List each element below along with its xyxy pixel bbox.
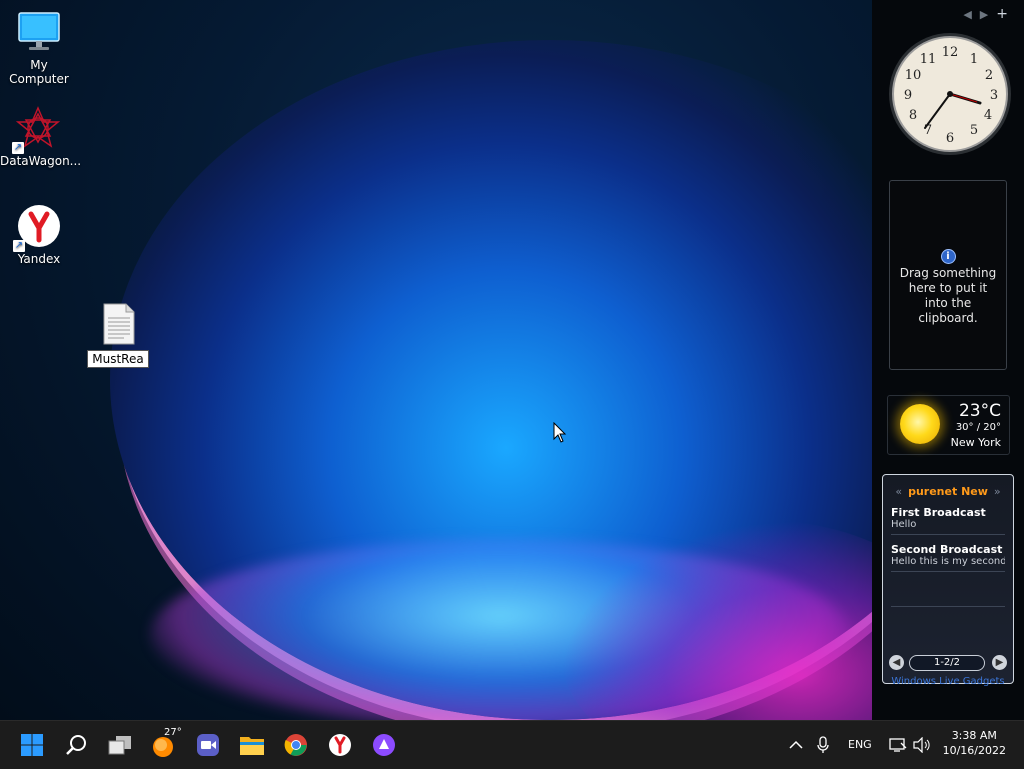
desktop-icon-mustread[interactable]: MustRea [80, 302, 156, 368]
yandex-icon: ↗ [13, 204, 61, 252]
weather-city: New York [950, 436, 1001, 449]
desktop-icon-yandex[interactable]: ↗ Yandex [1, 204, 77, 266]
start-button[interactable] [16, 729, 48, 761]
file-explorer-button[interactable] [236, 729, 268, 761]
yandex-icon [329, 734, 351, 756]
svg-text:2: 2 [985, 68, 993, 83]
weather-range: 30° / 20° [955, 422, 1001, 433]
chrome-button[interactable] [280, 729, 312, 761]
datawagon-logo-icon: ↗ [12, 106, 61, 154]
taskbar: 27° ENG 3:38 AM 10/16/2022 [0, 720, 1024, 769]
start-icon [21, 734, 43, 756]
clipboard-gadget[interactable]: i Drag something here to put it into the… [889, 180, 1007, 370]
text-file-icon [96, 302, 140, 346]
feed-title: purenet New [908, 485, 988, 498]
speaker-icon [913, 737, 930, 753]
feed-page-indicator: 1-2/2 [909, 655, 985, 671]
weather-temp: 23°C [958, 401, 1001, 421]
sidebar-add-icon[interactable]: + [996, 6, 1016, 22]
meet-button[interactable] [192, 729, 224, 761]
svg-text:8: 8 [909, 108, 917, 123]
gadget-sidebar: ◀▶+ 12 1 2 345 678 9 10 11 i Drag something … [872, 0, 1024, 720]
sidebar-next-icon[interactable]: ▶ [980, 8, 996, 21]
arrow-left-icon[interactable]: ◀ [889, 655, 904, 670]
monitor-icon [17, 10, 61, 54]
taskbar-clock[interactable]: 3:38 AM 10/16/2022 [943, 728, 1006, 758]
desktop-icon-label: DataWagon... [0, 154, 82, 168]
chrome-icon [284, 734, 307, 756]
task-view-icon [108, 736, 131, 755]
svg-text:3: 3 [990, 88, 998, 103]
language-indicator[interactable]: ENG [848, 738, 872, 751]
feed-item[interactable]: Second Broadcast Hello this is my second [891, 535, 1005, 572]
feed-next-icon[interactable]: » [994, 485, 1001, 498]
search-button[interactable] [60, 729, 92, 761]
shortcut-arrow-icon: ↗ [13, 240, 25, 252]
sidebar-prev-icon[interactable]: ◀ [963, 8, 979, 21]
svg-text:1: 1 [970, 52, 978, 67]
svg-text:9: 9 [904, 88, 912, 103]
feed-pager: ◀ 1-2/2 ▶ [889, 655, 1007, 671]
arrow-right-icon[interactable]: ▶ [992, 655, 1007, 670]
task-view-button[interactable] [104, 729, 136, 761]
clipboard-hint: Drag something here to put it into the c… [899, 266, 997, 325]
clock-gadget[interactable]: 12 12 345 678 91011 [888, 32, 1012, 156]
feed-item-headline: Second Broadcast [891, 543, 1003, 556]
mouse-cursor-icon [553, 422, 567, 443]
desktop-icon-rename-label[interactable]: MustRea [87, 350, 149, 368]
shortcut-arrow-icon: ↗ [12, 142, 24, 154]
feed-prev-icon[interactable]: « [895, 485, 902, 498]
alice-button[interactable] [368, 729, 400, 761]
svg-text:12: 12 [942, 45, 959, 60]
desktop-icon-label: Yandex [17, 252, 61, 266]
weather-taskbar-button[interactable]: 27° [148, 727, 182, 761]
svg-text:10: 10 [905, 68, 922, 83]
feed-gadget[interactable]: « purenet New » First Broadcast Hello Seco… [882, 474, 1014, 687]
feed-item[interactable]: First Broadcast Hello [891, 498, 1005, 535]
svg-text:6: 6 [946, 131, 954, 146]
microphone-icon [817, 736, 829, 753]
network-icon [889, 738, 907, 752]
feed-footer-link[interactable]: Windows Live Gadgets [883, 676, 1013, 687]
yandex-browser-button[interactable] [324, 729, 356, 761]
weather-gadget[interactable]: 23°C 30° / 20° New York [887, 395, 1010, 455]
file-explorer-icon [240, 737, 264, 755]
svg-text:11: 11 [920, 52, 937, 67]
feed-item-body: Hello this is my second [891, 556, 1005, 567]
desktop-icon-label: My Computer [9, 58, 69, 86]
microphone-button[interactable] [807, 729, 839, 761]
chevron-up-icon [789, 740, 803, 749]
alice-icon [373, 734, 395, 756]
desktop-icon-my-computer[interactable]: My Computer [1, 10, 77, 86]
feed-item-body: Hello [891, 519, 917, 530]
volume-button[interactable] [906, 729, 938, 761]
sidebar-controls: ◀▶+ [963, 6, 1016, 22]
feed-item-empty [891, 572, 1005, 607]
meet-icon [197, 734, 219, 756]
desktop-icon-datawagon[interactable]: ↗ DataWagon... [0, 106, 82, 168]
svg-text:5: 5 [970, 123, 978, 138]
feed-item-headline: First Broadcast [891, 506, 986, 519]
info-icon: i [940, 249, 956, 264]
sun-icon [900, 404, 940, 444]
clock-time: 3:38 AM [951, 729, 997, 742]
clock-date: 10/16/2022 [942, 744, 1006, 757]
feed-header: « purenet New » [883, 485, 1013, 498]
weather-badge: 27° [164, 727, 182, 738]
svg-text:4: 4 [984, 108, 992, 123]
search-icon [66, 735, 86, 755]
